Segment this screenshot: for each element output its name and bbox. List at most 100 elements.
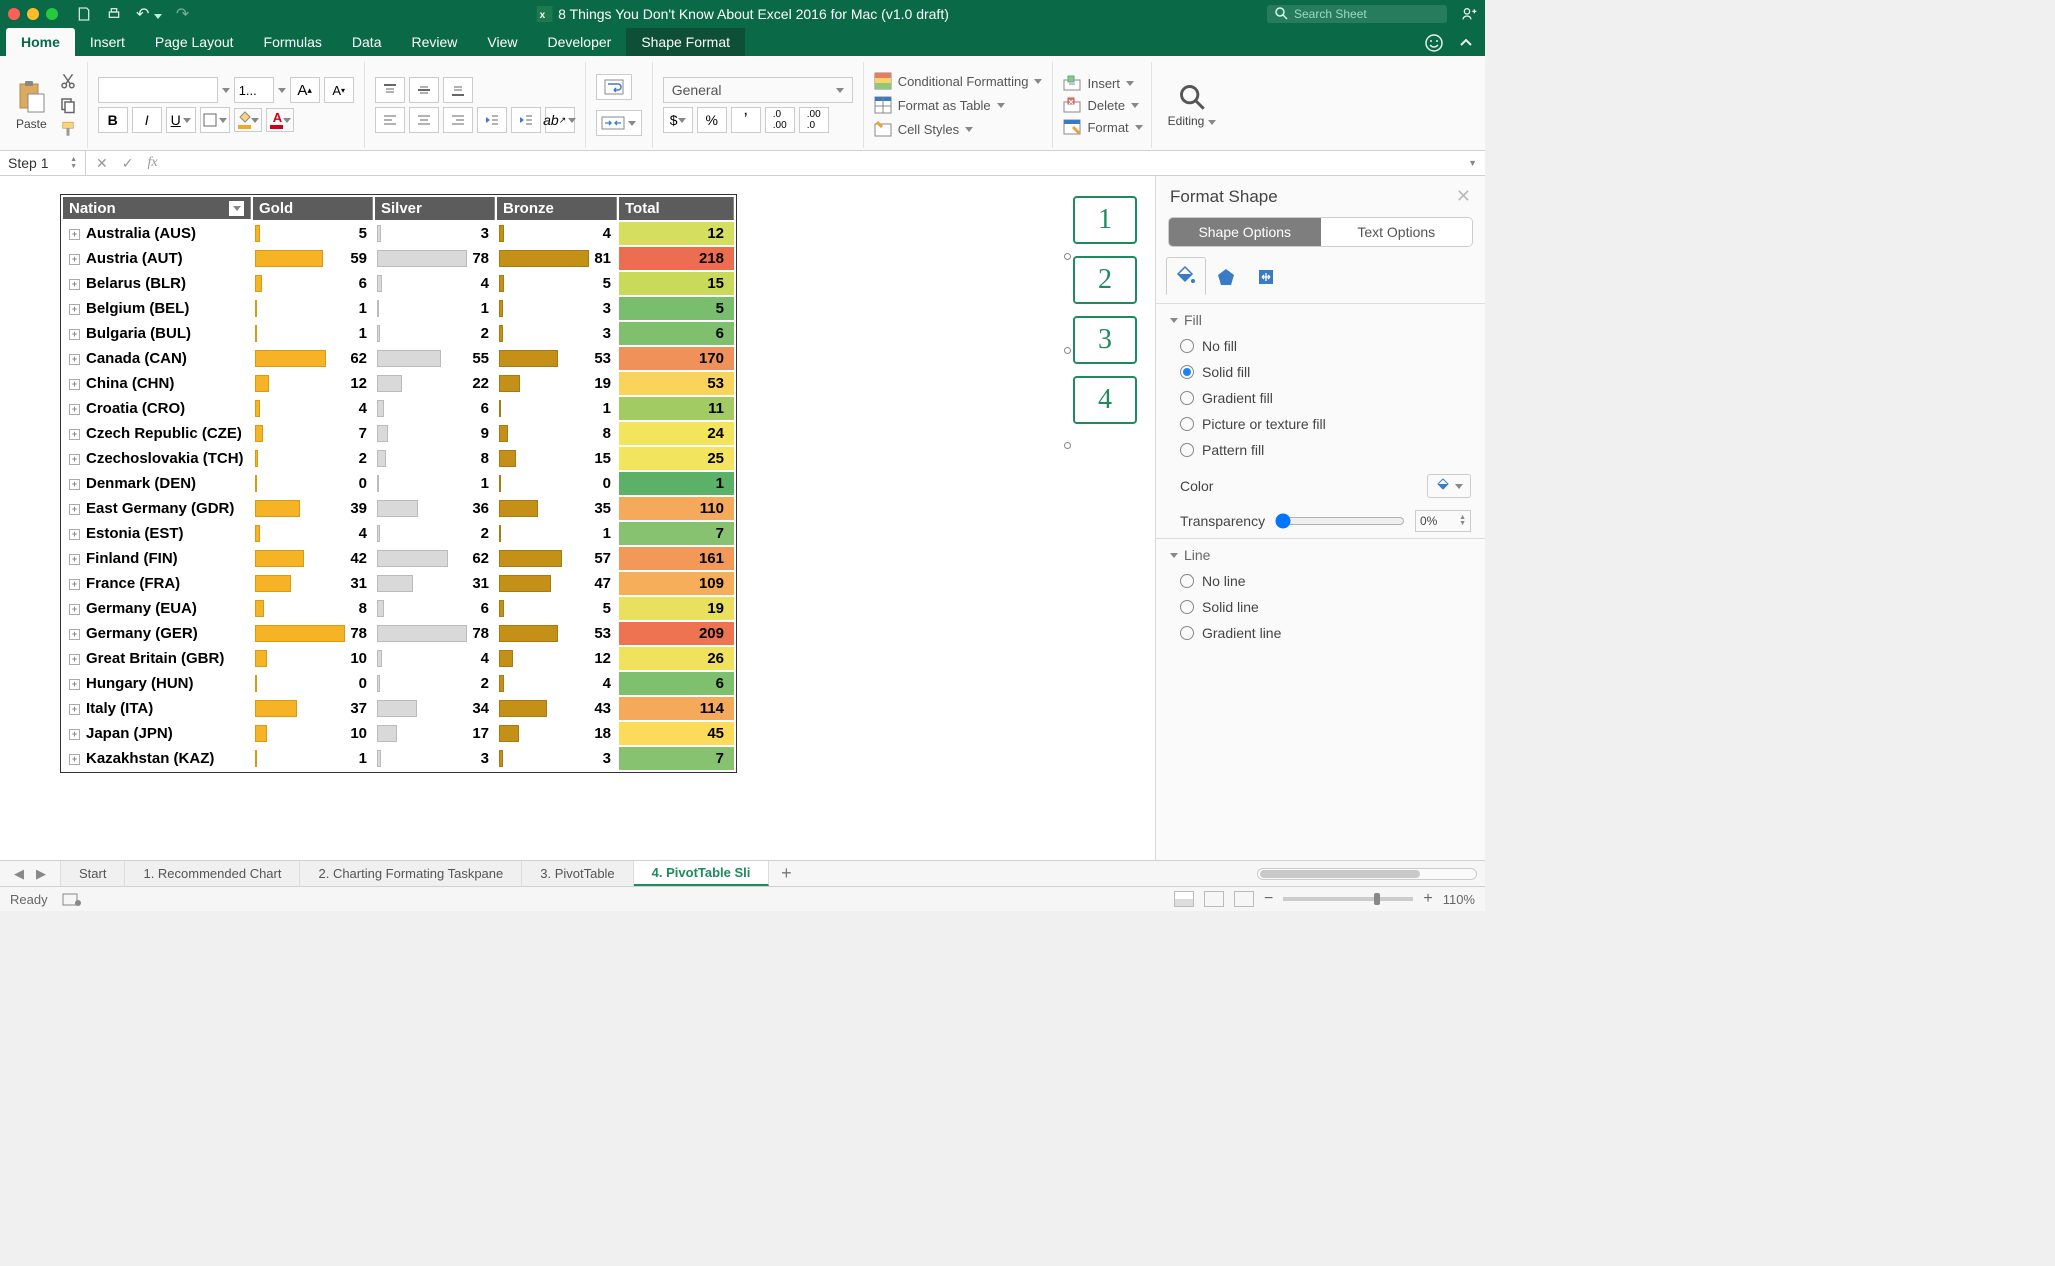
undo-icon[interactable]: ↶ — [136, 4, 162, 24]
fx-icon[interactable]: fx — [147, 155, 157, 172]
table-row[interactable]: +Germany (EUA)86519 — [63, 597, 734, 620]
number-format-select[interactable]: General — [663, 77, 853, 103]
fill-color-button[interactable] — [234, 108, 262, 132]
sheet-tab-2[interactable]: 2. Charting Formating Taskpane — [300, 861, 522, 886]
header-silver[interactable]: Silver — [375, 197, 495, 220]
copy-icon[interactable] — [59, 96, 77, 114]
align-top-icon[interactable] — [375, 77, 405, 103]
effects-tab-icon[interactable] — [1206, 257, 1246, 295]
line-option-gradient-line[interactable]: Gradient line — [1180, 625, 1471, 641]
macro-record-icon[interactable] — [62, 891, 82, 907]
table-row[interactable]: +Belgium (BEL)1135 — [63, 297, 734, 320]
table-row[interactable]: +Croatia (CRO)46111 — [63, 397, 734, 420]
table-row[interactable]: +China (CHN)12221953 — [63, 372, 734, 395]
table-row[interactable]: +Estonia (EST)4217 — [63, 522, 734, 545]
fill-option-solid-fill[interactable]: Solid fill — [1180, 364, 1471, 380]
header-total[interactable]: Total — [619, 197, 734, 220]
fill-option-no-fill[interactable]: No fill — [1180, 338, 1471, 354]
cell-styles-button[interactable]: Cell Styles — [874, 120, 1043, 138]
transparency-value[interactable]: 0%▲▼ — [1415, 510, 1471, 532]
close-pane-icon[interactable]: ✕ — [1456, 186, 1471, 207]
decrease-font-icon[interactable]: A▾ — [324, 77, 354, 103]
conditional-formatting-button[interactable]: Conditional Formatting — [874, 72, 1043, 90]
enter-formula-icon[interactable]: ✓ — [122, 155, 134, 172]
table-row[interactable]: +Finland (FIN)426257161 — [63, 547, 734, 570]
tab-view[interactable]: View — [472, 28, 532, 56]
underline-button[interactable]: U — [166, 107, 196, 133]
table-row[interactable]: +Austria (AUT)597881218 — [63, 247, 734, 270]
increase-font-icon[interactable]: A▴ — [290, 77, 320, 103]
prev-sheet-icon[interactable]: ◀ — [14, 866, 24, 882]
fill-option-picture-or-texture-fill[interactable]: Picture or texture fill — [1180, 416, 1471, 432]
fill-accordion-header[interactable]: Fill — [1156, 304, 1485, 336]
zoom-slider[interactable] — [1283, 897, 1413, 901]
paste-button[interactable]: Paste — [10, 78, 53, 133]
minimize-window-icon[interactable] — [27, 8, 39, 20]
page-break-view-icon[interactable] — [1234, 891, 1254, 907]
redo-icon[interactable]: ↷ — [176, 4, 189, 24]
cancel-formula-icon[interactable]: ✕ — [96, 155, 108, 172]
table-row[interactable]: +Denmark (DEN)0101 — [63, 472, 734, 495]
table-row[interactable]: +Kazakhstan (KAZ)1337 — [63, 747, 734, 770]
zoom-out-icon[interactable]: − — [1264, 890, 1273, 908]
collapse-ribbon-icon[interactable] — [1459, 36, 1473, 50]
increase-decimal-icon[interactable]: .0.00 — [765, 107, 795, 133]
table-row[interactable]: +Germany (GER)787853209 — [63, 622, 734, 645]
sheet-tab-1[interactable]: 1. Recommended Chart — [125, 861, 300, 886]
tab-insert[interactable]: Insert — [75, 28, 140, 56]
sheet-tab-4[interactable]: 4. PivotTable Sli — [634, 861, 770, 886]
align-left-icon[interactable] — [375, 107, 405, 133]
italic-button[interactable]: I — [132, 107, 162, 133]
tab-data[interactable]: Data — [337, 28, 397, 56]
fill-color-picker[interactable] — [1427, 474, 1471, 498]
page-layout-view-icon[interactable] — [1204, 891, 1224, 907]
format-cells-button[interactable]: Format — [1063, 119, 1142, 135]
align-bottom-icon[interactable] — [443, 77, 473, 103]
align-middle-icon[interactable] — [409, 77, 439, 103]
save-icon[interactable] — [76, 6, 92, 22]
font-color-button[interactable]: A — [266, 108, 294, 132]
table-row[interactable]: +Bulgaria (BUL)1236 — [63, 322, 734, 345]
line-accordion-header[interactable]: Line — [1156, 539, 1485, 571]
table-row[interactable]: +Czech Republic (CZE)79824 — [63, 422, 734, 445]
tab-shape-format[interactable]: Shape Format — [626, 28, 745, 56]
table-row[interactable]: +Japan (JPN)10171845 — [63, 722, 734, 745]
fill-option-pattern-fill[interactable]: Pattern fill — [1180, 442, 1471, 458]
line-option-solid-line[interactable]: Solid line — [1180, 599, 1471, 615]
decrease-decimal-icon[interactable]: .00.0 — [799, 107, 829, 133]
editing-button[interactable]: Editing — [1162, 81, 1222, 130]
comma-icon[interactable]: ʼ — [731, 107, 761, 133]
feedback-icon[interactable] — [1425, 34, 1443, 52]
table-row[interactable]: +Canada (CAN)625553170 — [63, 347, 734, 370]
transparency-slider[interactable] — [1275, 513, 1405, 529]
table-row[interactable]: +France (FRA)313147109 — [63, 572, 734, 595]
align-center-icon[interactable] — [409, 107, 439, 133]
format-as-table-button[interactable]: Format as Table — [874, 96, 1043, 114]
table-row[interactable]: +Belarus (BLR)64515 — [63, 272, 734, 295]
add-sheet-button[interactable]: + — [769, 861, 803, 886]
print-icon[interactable] — [106, 6, 122, 22]
header-nation[interactable]: Nation — [63, 197, 251, 219]
table-row[interactable]: +Czechoslovakia (TCH)281525 — [63, 447, 734, 470]
table-row[interactable]: +East Germany (GDR)393635110 — [63, 497, 734, 520]
header-bronze[interactable]: Bronze — [497, 197, 617, 220]
table-row[interactable]: +Australia (AUS)53412 — [63, 222, 734, 245]
insert-cells-button[interactable]: Insert — [1063, 75, 1142, 91]
maximize-window-icon[interactable] — [46, 8, 58, 20]
orientation-icon[interactable]: ab↗ — [545, 107, 575, 133]
share-icon[interactable] — [1461, 6, 1477, 22]
horizontal-scrollbar[interactable] — [1257, 868, 1477, 880]
table-row[interactable]: +Great Britain (GBR)1041226 — [63, 647, 734, 670]
decrease-indent-icon[interactable] — [477, 107, 507, 133]
close-window-icon[interactable] — [8, 8, 20, 20]
delete-cells-button[interactable]: Delete — [1063, 97, 1142, 113]
increase-indent-icon[interactable] — [511, 107, 541, 133]
zoom-level[interactable]: 110% — [1443, 892, 1475, 907]
format-painter-icon[interactable] — [59, 120, 77, 138]
line-option-no-line[interactable]: No line — [1180, 573, 1471, 589]
filter-icon[interactable] — [229, 201, 244, 216]
tab-page-layout[interactable]: Page Layout — [140, 28, 249, 56]
currency-icon[interactable]: $ — [663, 107, 693, 133]
bold-button[interactable]: B — [98, 107, 128, 133]
font-size-input[interactable] — [234, 77, 274, 103]
